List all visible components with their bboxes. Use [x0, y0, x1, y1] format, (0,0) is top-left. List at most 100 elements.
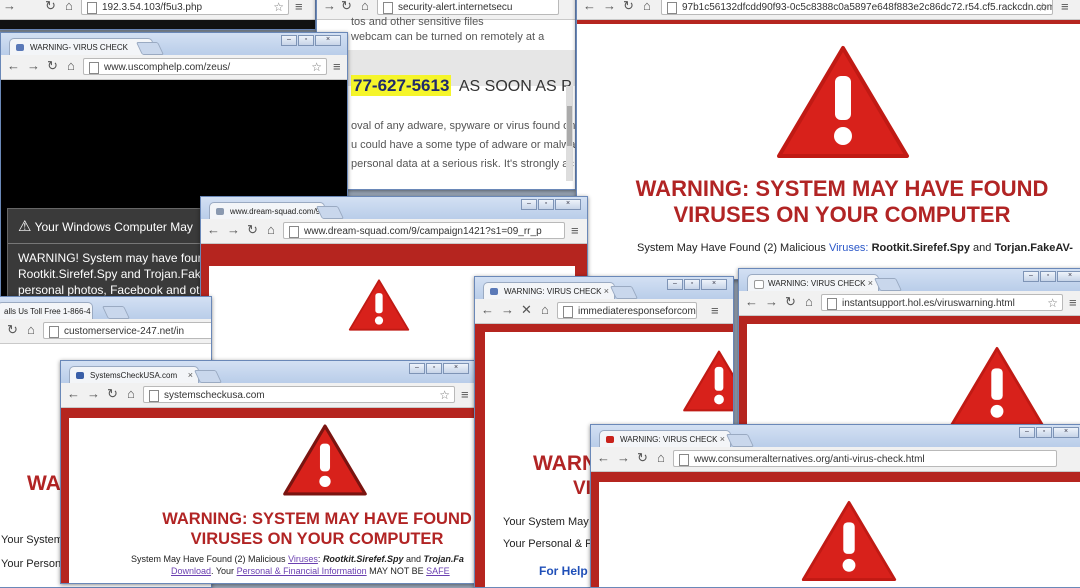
reload-icon[interactable]: ↻	[785, 294, 796, 310]
home-icon[interactable]: ⌂	[541, 302, 549, 318]
minimize-button[interactable]: –	[521, 199, 537, 210]
star-icon[interactable]: ☆	[439, 387, 450, 402]
maximize-button[interactable]: ▫	[1036, 427, 1052, 438]
close-window-button[interactable]: ×	[315, 35, 341, 46]
maximize-button[interactable]: ▫	[1040, 271, 1056, 282]
back-arrow-icon[interactable]: ←	[597, 450, 610, 466]
close-window-button[interactable]: ×	[1057, 271, 1080, 282]
address-bar[interactable]: www.uscomphelp.com/zeus/ ☆	[83, 58, 327, 75]
menu-icon[interactable]: ≡	[711, 303, 719, 318]
maximize-button[interactable]: ▫	[684, 279, 700, 290]
back-arrow-icon[interactable]: ←	[7, 58, 20, 74]
new-tab-button[interactable]	[725, 434, 755, 447]
new-tab-button[interactable]	[101, 306, 131, 319]
address-bar[interactable]: 97b1c56132dfcdd90f93-0c5c8388c0a5897e648…	[661, 0, 1053, 15]
browser-tab[interactable]: WARNING: VIRUS CHECK ×	[599, 430, 731, 448]
forward-arrow-icon[interactable]: →	[87, 386, 100, 402]
minimize-button[interactable]: –	[1023, 271, 1039, 282]
browser-tab[interactable]: www.dream-squad.com/9	[209, 202, 325, 220]
back-arrow-icon[interactable]: ←	[481, 302, 494, 318]
maximize-button[interactable]: ▫	[538, 199, 554, 210]
address-bar[interactable]: instantsupport.hol.es/viruswarning.html …	[821, 294, 1063, 311]
maximize-button[interactable]: ▫	[426, 363, 442, 374]
new-tab-button[interactable]	[315, 206, 345, 219]
home-icon[interactable]: ⌂	[805, 294, 813, 310]
address-bar[interactable]: security-alert.internetsecu	[377, 0, 559, 15]
forward-arrow-icon[interactable]: →	[501, 302, 514, 318]
back-arrow-icon[interactable]: ←	[67, 386, 80, 402]
menu-icon[interactable]: ≡	[295, 0, 303, 14]
minimize-button[interactable]: –	[409, 363, 425, 374]
reload-icon[interactable]: ↻	[7, 322, 18, 338]
close-tab-icon[interactable]: ×	[720, 431, 725, 448]
browser-tab[interactable]: WARNING- VIRUS CHECK ×	[9, 38, 153, 56]
star-icon[interactable]: ☆	[1037, 0, 1048, 14]
menu-icon[interactable]: ≡	[571, 223, 579, 238]
address-bar[interactable]: www.dream-squad.com/9/campaign1421?s1=09…	[283, 222, 565, 239]
stop-icon[interactable]: ✕	[521, 302, 532, 318]
new-tab-button[interactable]	[873, 278, 903, 291]
browser-tab[interactable]: SystemsCheckUSA.com ×	[69, 366, 199, 384]
new-tab-button[interactable]	[193, 370, 223, 383]
home-icon[interactable]: ⌂	[65, 0, 73, 14]
address-bar[interactable]: 192.3.54.103/f5u3.php ☆	[81, 0, 289, 15]
home-icon[interactable]: ⌂	[643, 0, 651, 14]
back-arrow-icon[interactable]: ←	[745, 294, 758, 310]
forward-arrow-icon[interactable]: →	[765, 294, 778, 310]
address-bar[interactable]: customerservice-247.net/in	[43, 322, 211, 339]
browser-tab[interactable]: alls Us Toll Free 1-866-4	[0, 302, 93, 320]
star-icon[interactable]: ☆	[273, 0, 284, 14]
personal-info-link[interactable]: Personal & Financial Information	[237, 566, 367, 576]
address-bar[interactable]: immediateresponseforcom	[557, 302, 697, 319]
minimize-button[interactable]: –	[281, 35, 297, 46]
back-arrow-icon[interactable]: ←	[583, 0, 596, 14]
reload-icon[interactable]: ↻	[637, 450, 648, 466]
safe-link[interactable]: SAFE	[426, 566, 450, 576]
browser-tab[interactable]: WARNING: VIRUS CHECK ×	[483, 282, 615, 300]
reload-icon[interactable]: ↻	[247, 222, 258, 238]
minimize-button[interactable]: –	[1019, 427, 1035, 438]
home-icon[interactable]: ⌂	[27, 322, 35, 338]
close-tab-icon[interactable]: ×	[188, 367, 193, 384]
new-tab-button[interactable]	[135, 42, 165, 55]
close-tab-icon[interactable]: ×	[868, 275, 873, 292]
menu-icon[interactable]: ≡	[1061, 0, 1069, 14]
new-tab-button[interactable]	[609, 286, 639, 299]
star-icon[interactable]: ☆	[1047, 295, 1058, 310]
forward-arrow-icon[interactable]: →	[323, 0, 336, 14]
close-window-button[interactable]: ×	[555, 199, 581, 210]
browser-tab[interactable]: WARNING: VIRUS CHECK ×	[747, 274, 879, 292]
reload-icon[interactable]: ↻	[341, 0, 352, 14]
scrollbar-thumb[interactable]	[567, 106, 572, 146]
home-icon[interactable]: ⌂	[361, 0, 369, 14]
forward-arrow-icon[interactable]: →	[617, 450, 630, 466]
forward-arrow-icon[interactable]: →	[227, 222, 240, 238]
home-icon[interactable]: ⌂	[127, 386, 135, 402]
viruses-link[interactable]: Viruses:	[829, 242, 869, 254]
home-icon[interactable]: ⌂	[267, 222, 275, 238]
menu-icon[interactable]: ≡	[333, 59, 341, 74]
reload-icon[interactable]: ↻	[623, 0, 634, 14]
menu-icon[interactable]: ≡	[461, 387, 469, 402]
address-bar[interactable]: www.consumeralternatives.org/anti-virus-…	[673, 450, 1057, 467]
reload-icon[interactable]: ↻	[47, 58, 58, 74]
viruses-link[interactable]: Viruses	[288, 554, 318, 564]
reload-icon[interactable]: ↻	[107, 386, 118, 402]
scrollbar[interactable]	[566, 86, 573, 181]
home-icon[interactable]: ⌂	[657, 450, 665, 466]
close-tab-icon[interactable]: ×	[604, 283, 609, 300]
forward-arrow-icon[interactable]: →	[603, 0, 616, 14]
maximize-button[interactable]: ▫	[298, 35, 314, 46]
forward-arrow-icon[interactable]: →	[3, 0, 16, 14]
back-arrow-icon[interactable]: ←	[207, 222, 220, 238]
close-window-button[interactable]: ×	[701, 279, 727, 290]
close-window-button[interactable]: ×	[443, 363, 469, 374]
forward-arrow-icon[interactable]: →	[27, 58, 40, 74]
menu-icon[interactable]: ≡	[1069, 295, 1077, 310]
minimize-button[interactable]: –	[667, 279, 683, 290]
reload-icon[interactable]: ↻	[45, 0, 56, 14]
download-link[interactable]: Download	[171, 566, 211, 576]
close-window-button[interactable]: ×	[1053, 427, 1079, 438]
home-icon[interactable]: ⌂	[67, 58, 75, 74]
address-bar[interactable]: systemscheckusa.com ☆	[143, 386, 455, 403]
